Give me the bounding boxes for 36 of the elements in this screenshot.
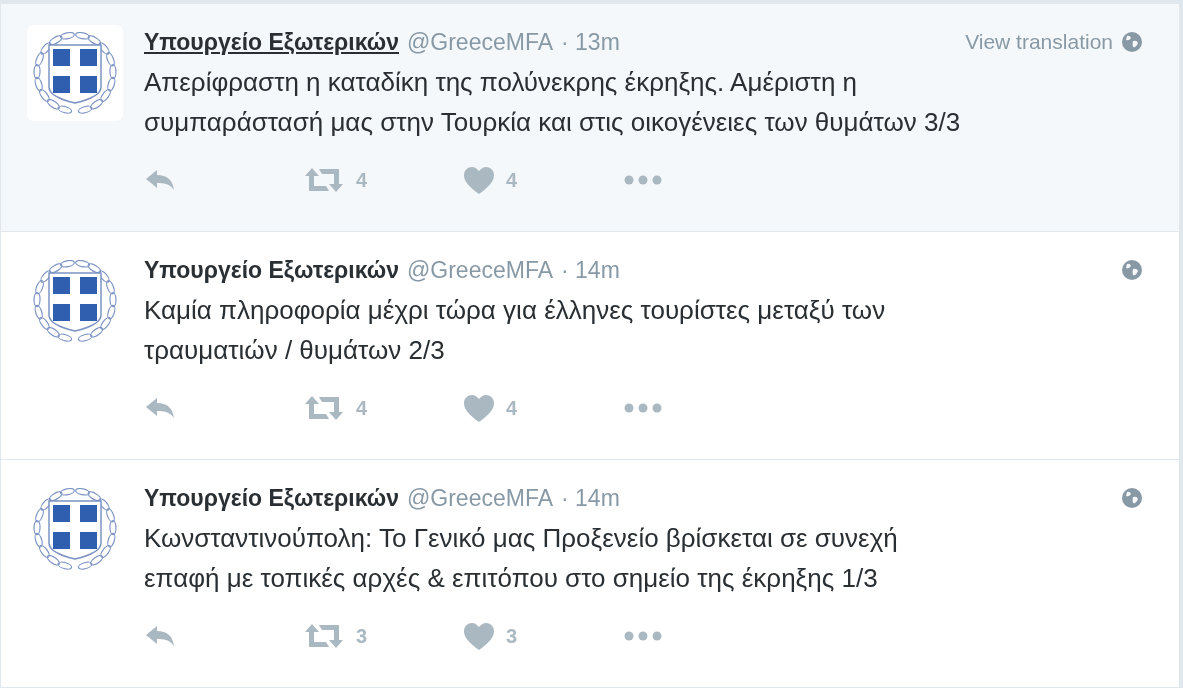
- tweet-time[interactable]: · 14m: [561, 480, 620, 516]
- reply-icon[interactable]: [144, 396, 176, 420]
- tweet-text: Καμία πληροφορία μέχρι τώρα για έλληνες τουρίστες μεταξύ των τραυματιών / θυμάτων 2/3: [144, 294, 887, 367]
- account-name[interactable]: Υπουργείο Εξωτερικών: [144, 24, 399, 60]
- account-name[interactable]: Υπουργείο Εξωτερικών: [144, 252, 399, 288]
- like-count: 4: [506, 396, 518, 421]
- retweet-icon[interactable]: [304, 623, 344, 649]
- heart-icon[interactable]: [464, 394, 494, 422]
- globe-icon[interactable]: [1121, 487, 1143, 509]
- account-name[interactable]: Υπουργείο Εξωτερικών: [144, 480, 399, 516]
- tweet-text: Απερίφραστη η καταδίκη της πολύνεκρης έκρηξης. Αμέριστη η συμπαράστασή μας στην Τουρκία και στις οικογένειες των θυμάτων 3/3: [144, 66, 962, 139]
- tweet-time[interactable]: · 13m: [561, 24, 620, 60]
- tweet-card[interactable]: Υπουργείο Εξωτερικών @GreeceMFA · 13m View translation Απερίφραστη η καταδίκη της πολύνεκρης έκρηξης. Αμέριστη η συμπαράστασή μας στην Τουρκία και στις οικογένειες των θυμάτων 3/3 4 4: [1, 4, 1179, 232]
- account-handle[interactable]: @GreeceMFA: [406, 24, 554, 60]
- more-icon[interactable]: [624, 403, 662, 413]
- retweet-count: 3: [356, 624, 368, 649]
- reply-icon[interactable]: [144, 624, 176, 648]
- like-count: 4: [506, 168, 518, 193]
- globe-icon[interactable]: [1121, 259, 1143, 281]
- coat-of-arms-avatar[interactable]: [27, 25, 123, 121]
- more-icon[interactable]: [624, 175, 662, 185]
- tweet-text: Κωνσταντινούπολη: Το Γενικό μας Προξενείο βρίσκεται σε συνεχή επαφή με τοπικές αρχές & επιτόπου στο σημείο της έκρηξης 1/3: [144, 522, 899, 595]
- tweet-time[interactable]: · 14m: [561, 252, 620, 288]
- retweet-icon[interactable]: [304, 395, 344, 421]
- view-translation-link[interactable]: View translation: [965, 26, 1113, 58]
- retweet-count: 4: [356, 168, 368, 193]
- account-handle[interactable]: @GreeceMFA: [406, 252, 554, 288]
- heart-icon[interactable]: [464, 166, 494, 194]
- retweet-count: 4: [356, 396, 368, 421]
- retweet-icon[interactable]: [304, 167, 344, 193]
- account-handle[interactable]: @GreeceMFA: [406, 480, 554, 516]
- globe-icon[interactable]: [1121, 31, 1143, 53]
- heart-icon[interactable]: [464, 622, 494, 650]
- reply-icon[interactable]: [144, 168, 176, 192]
- more-icon[interactable]: [624, 631, 662, 641]
- like-count: 3: [506, 624, 518, 649]
